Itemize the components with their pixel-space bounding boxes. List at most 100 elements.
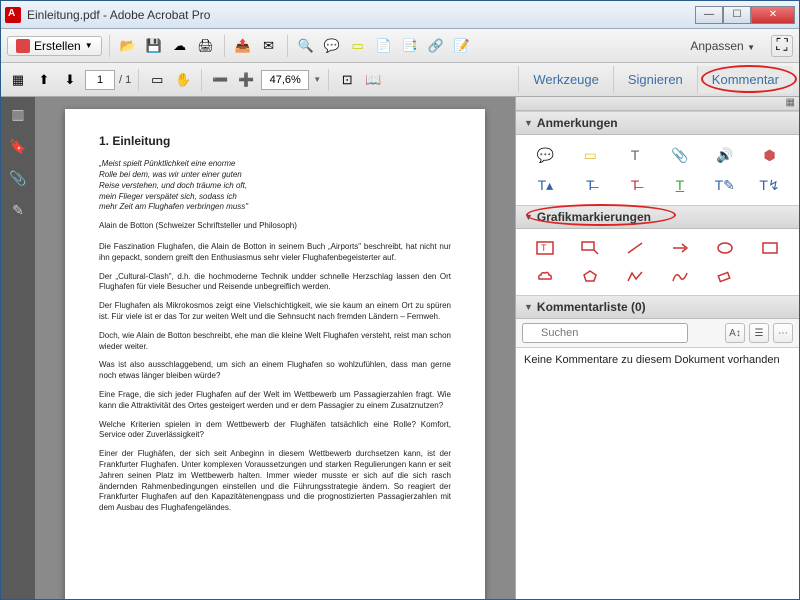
options-button[interactable]: ⋯ xyxy=(773,323,793,343)
separator xyxy=(201,69,202,91)
doc-paragraph: Einer der Flughäfen, der sich seit Anbeg… xyxy=(99,449,451,514)
eraser-tool-icon[interactable] xyxy=(705,265,744,287)
text-box-tool-icon[interactable]: T xyxy=(526,237,565,259)
tab-werkzeuge[interactable]: Werkzeuge xyxy=(518,66,613,93)
collapse-arrow-icon: ▼ xyxy=(524,212,533,222)
replace-text-icon[interactable]: T̶ xyxy=(571,173,610,197)
comment-search-input[interactable] xyxy=(522,323,688,343)
pencil-tool-icon[interactable] xyxy=(660,265,699,287)
sticky-note-icon[interactable]: 💬 xyxy=(526,143,565,167)
next-page-icon[interactable]: ⬇ xyxy=(59,69,81,91)
section-grafikmarkierungen[interactable]: ▼ Grafikmarkierungen xyxy=(516,205,799,229)
no-comments-message: Keine Kommentare zu diesem Dokument vorh… xyxy=(516,348,799,599)
comment-icon[interactable]: 💬 xyxy=(321,35,343,57)
zoom-out-icon[interactable]: ➖ xyxy=(209,69,231,91)
tab-kommentar[interactable]: Kommentar xyxy=(697,66,793,93)
doc-paragraph: Der Flughafen als Mikrokosmos zeigt eine… xyxy=(99,301,451,323)
doc-quote: „Meist spielt Pünktlichkeit eine enorme … xyxy=(99,159,451,213)
arrow-tool-icon[interactable] xyxy=(660,237,699,259)
separator xyxy=(109,35,110,57)
page-thumbs-icon[interactable]: ▦ xyxy=(7,69,29,91)
svg-text:T: T xyxy=(541,243,547,253)
section-anmerkungen[interactable]: ▼ Anmerkungen xyxy=(516,111,799,135)
tool2-icon[interactable]: 📑 xyxy=(399,35,421,57)
polyline-tool-icon[interactable] xyxy=(616,265,655,287)
doc-heading: 1. Einleitung xyxy=(99,133,451,149)
page-number-input[interactable] xyxy=(85,70,115,90)
filter-button[interactable]: ☰ xyxy=(749,323,769,343)
doc-author: Alain de Botton (Schweizer Schriftstelle… xyxy=(99,221,451,232)
tab-signieren[interactable]: Signieren xyxy=(613,66,697,93)
audio-icon[interactable]: 🔊 xyxy=(705,143,744,167)
mail-icon[interactable]: ✉ xyxy=(258,35,280,57)
collapse-arrow-icon: ▼ xyxy=(524,302,533,312)
cloud-icon[interactable]: ☁ xyxy=(169,35,191,57)
tool1-icon[interactable]: 📄 xyxy=(373,35,395,57)
app-window: Einleitung.pdf - Adobe Acrobat Pro — ☐ ✕… xyxy=(0,0,800,600)
chevron-down-icon: ▼ xyxy=(85,41,93,50)
attach-file-icon[interactable]: 📎 xyxy=(660,143,699,167)
highlight-text-icon[interactable]: ▭ xyxy=(571,143,610,167)
maximize-button[interactable]: ☐ xyxy=(723,6,751,24)
nav-strip: ▥ 🔖 📎 ✎ xyxy=(1,97,35,599)
collapse-arrow-icon: ▼ xyxy=(524,118,533,128)
zoom-in-icon[interactable]: ➕ xyxy=(235,69,257,91)
separator xyxy=(138,69,139,91)
fit-icon[interactable]: ⊡ xyxy=(336,69,358,91)
customize-label: Anpassen xyxy=(690,39,743,53)
attachments-icon[interactable]: 📎 xyxy=(9,169,27,187)
strikethrough-icon[interactable]: T̶ xyxy=(616,173,655,197)
sort-button[interactable]: A↕ xyxy=(725,323,745,343)
cloud-tool-icon[interactable] xyxy=(526,265,565,287)
tool3-icon[interactable]: 🔗 xyxy=(425,35,447,57)
window-title: Einleitung.pdf - Adobe Acrobat Pro xyxy=(27,8,695,22)
add-note-icon[interactable]: T✎ xyxy=(705,173,744,197)
pdf-page: 1. Einleitung „Meist spielt Pünktlichkei… xyxy=(65,109,485,599)
annotation-tools: 💬 ▭ T 📎 🔊 ⬢ T▴ T̶ T̶ T T✎ T↯ xyxy=(516,135,799,205)
print-icon[interactable]: 🖨 xyxy=(195,35,217,57)
bookmarks-icon[interactable]: 🔖 xyxy=(9,137,27,155)
chevron-down-icon[interactable]: ▼ xyxy=(313,75,321,84)
close-button[interactable]: ✕ xyxy=(751,6,795,24)
comment-panel: ▦ ▼ Anmerkungen 💬 ▭ T 📎 🔊 ⬢ T▴ T̶ T̶ T T… xyxy=(515,97,799,599)
create-button[interactable]: Erstellen ▼ xyxy=(7,36,102,56)
app-icon xyxy=(5,7,21,23)
search-icon[interactable]: 🔍 xyxy=(295,35,317,57)
save-icon[interactable]: 💾 xyxy=(143,35,165,57)
section-label: Grafikmarkierungen xyxy=(537,210,651,224)
text-box-icon[interactable]: T xyxy=(616,143,655,167)
open-icon[interactable]: 📂 xyxy=(117,35,139,57)
right-tabs: Werkzeuge Signieren Kommentar xyxy=(518,66,793,93)
line-tool-icon[interactable] xyxy=(616,237,655,259)
zoom-input[interactable] xyxy=(261,70,309,90)
signatures-icon[interactable]: ✎ xyxy=(9,201,27,219)
oval-tool-icon[interactable] xyxy=(705,237,744,259)
customize-button[interactable]: Anpassen ▼ xyxy=(684,37,761,55)
callout-tool-icon[interactable] xyxy=(571,237,610,259)
thumbnails-icon[interactable]: ▥ xyxy=(9,105,27,123)
text-correction-icon[interactable]: T↯ xyxy=(750,173,789,197)
section-kommentarliste[interactable]: ▼ Kommentarliste (0) xyxy=(516,295,799,319)
panel-menu-icon[interactable]: ▦ xyxy=(786,97,795,110)
underline-icon[interactable]: T xyxy=(660,173,699,197)
chevron-down-icon: ▼ xyxy=(747,43,755,52)
highlight-icon[interactable]: ▭ xyxy=(347,35,369,57)
fullscreen-icon[interactable]: ⛶ xyxy=(771,35,793,57)
doc-paragraph: Eine Frage, die sich jeder Flughafen auf… xyxy=(99,390,451,412)
select-icon[interactable]: ▭ xyxy=(146,69,168,91)
nav-toolbar: ▦ ⬆ ⬇ / 1 ▭ ✋ ➖ ➕ ▼ ⊡ 📖 Werkzeuge Signie… xyxy=(1,63,799,97)
read-icon[interactable]: 📖 xyxy=(362,69,384,91)
hand-icon[interactable]: ✋ xyxy=(172,69,194,91)
rectangle-tool-icon[interactable] xyxy=(750,237,789,259)
share-icon[interactable]: 📤 xyxy=(232,35,254,57)
create-label: Erstellen xyxy=(34,39,81,53)
pdf-icon xyxy=(16,39,30,53)
stamp-icon[interactable]: ⬢ xyxy=(750,143,789,167)
document-viewport[interactable]: 1. Einleitung „Meist spielt Pünktlichkei… xyxy=(35,97,515,599)
minimize-button[interactable]: — xyxy=(695,6,723,24)
prev-page-icon[interactable]: ⬆ xyxy=(33,69,55,91)
polygon-tool-icon[interactable] xyxy=(571,265,610,287)
tool4-icon[interactable]: 📝 xyxy=(451,35,473,57)
panel-header: ▦ xyxy=(516,97,799,111)
insert-text-icon[interactable]: T▴ xyxy=(526,173,565,197)
